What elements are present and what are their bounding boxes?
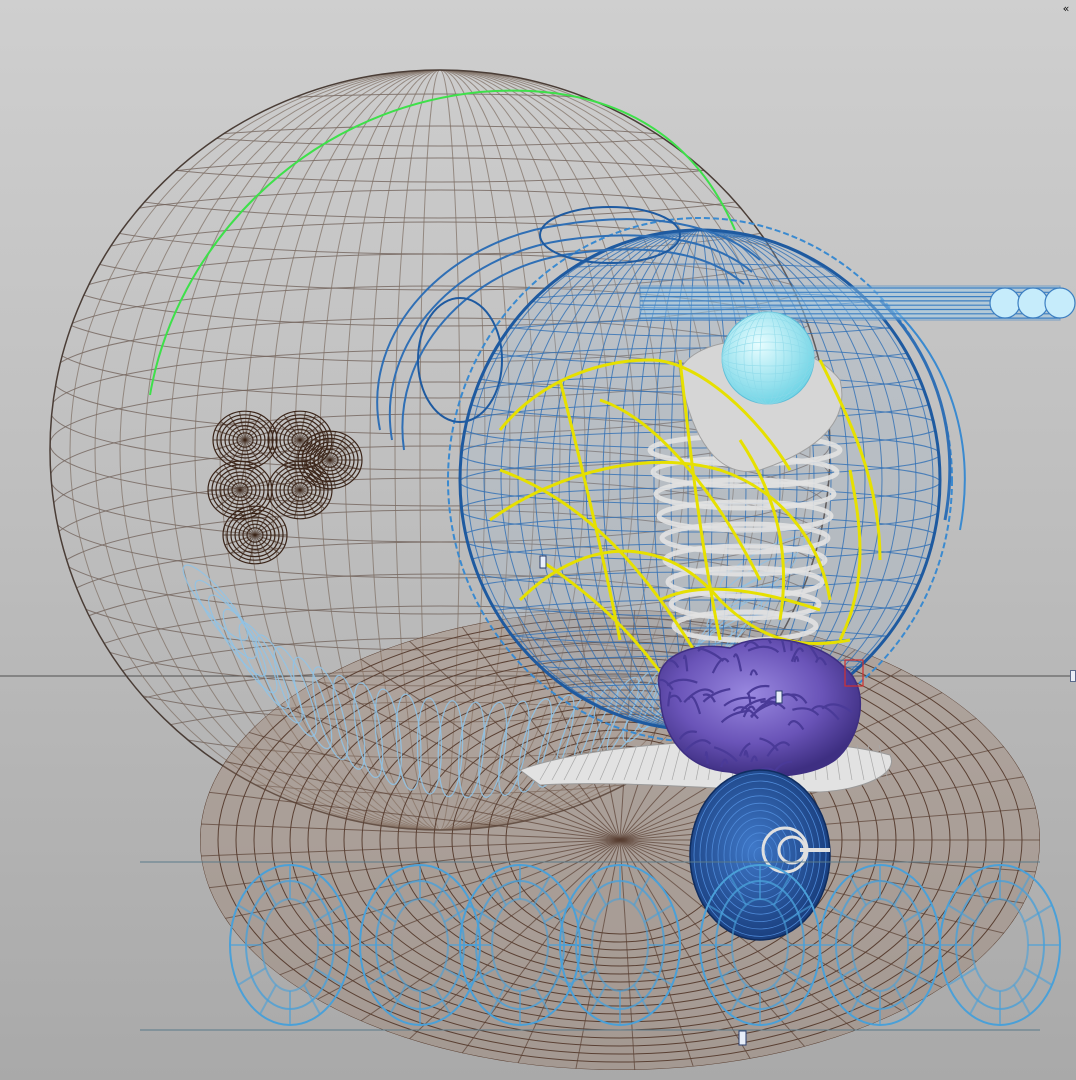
horizon-handle[interactable] [1070,670,1076,682]
3d-viewport[interactable]: « [0,0,1076,1080]
pivot-marker[interactable] [738,1030,747,1046]
horizontal-rod[interactable] [639,285,1076,321]
brain-pivot-marker[interactable] [775,690,783,704]
sphere-pivot-marker[interactable] [539,555,547,569]
collapse-button[interactable]: « [1058,2,1074,16]
wireframe-scene[interactable] [0,0,1076,1080]
dark-gear-cluster[interactable] [207,410,363,565]
cyan-sphere[interactable] [721,311,815,405]
dark-blue-rotor[interactable] [689,769,831,941]
